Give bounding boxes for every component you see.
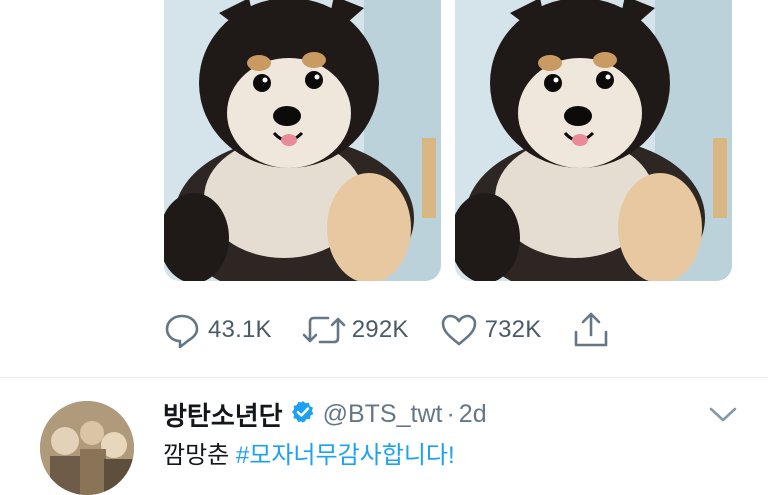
tweet-media-grid (164, 0, 734, 282)
tweet-timestamp[interactable]: 2d (459, 400, 487, 429)
reply-count: 43.1K (208, 316, 272, 343)
retweet-icon (302, 316, 346, 344)
verified-badge-icon (291, 400, 315, 429)
avatar-image-icon (40, 401, 134, 495)
retweet-button[interactable]: 292K (302, 310, 409, 350)
tweet-text-prefix: 깜망춘 (163, 442, 236, 469)
chevron-down-icon (709, 407, 737, 422)
reply-button[interactable]: 43.1K (162, 310, 272, 350)
tweet-menu-button[interactable] (708, 404, 738, 429)
avatar[interactable] (40, 401, 134, 495)
user-handle[interactable]: @BTS_twt (323, 400, 443, 429)
tweet-divider (0, 377, 768, 378)
like-count: 732K (484, 316, 542, 343)
pomeranian-photo-icon (455, 0, 732, 281)
tweet-photo-left[interactable] (164, 0, 441, 281)
like-button[interactable]: 732K (439, 310, 542, 350)
display-name[interactable]: 방탄소년단 (163, 396, 283, 433)
tweet-header: 방탄소년단 @BTS_twt · 2d (163, 396, 487, 433)
retweet-count: 292K (351, 316, 409, 343)
hashtag-link[interactable]: #모자너무감사합니다! (236, 442, 455, 469)
share-icon (575, 312, 608, 347)
dot-separator: · (446, 400, 455, 428)
reply-icon (165, 314, 199, 349)
share-button[interactable] (571, 310, 611, 350)
pomeranian-photo-icon (164, 0, 441, 281)
tweet-actions: 43.1K 292K 732K (162, 310, 641, 350)
tweet-text: 깜망춘 #모자너무감사합니다! (163, 435, 455, 470)
tweet-photo-right[interactable] (455, 0, 732, 281)
heart-icon (441, 314, 476, 346)
